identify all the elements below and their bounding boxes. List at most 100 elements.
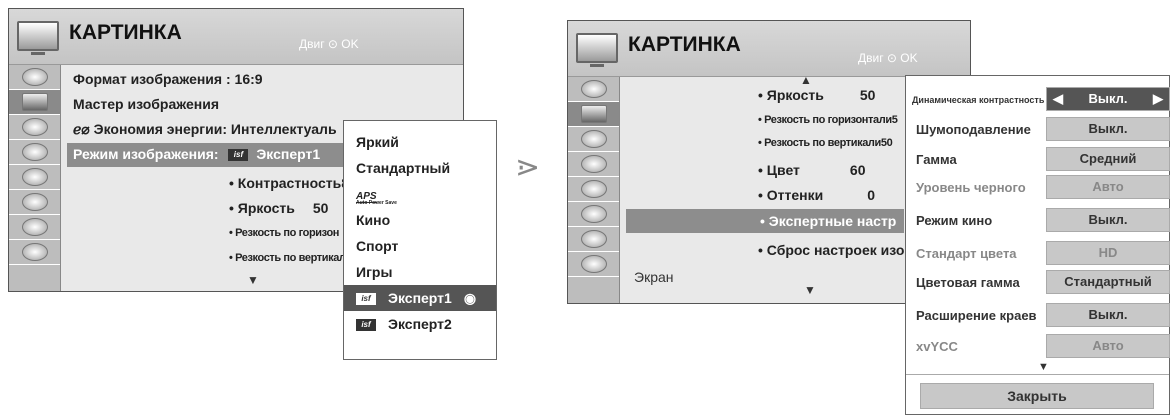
menu-item-sharpness-v[interactable]: • Резкость по вертикал [229, 252, 349, 264]
scroll-down-arrow[interactable]: ▼ [1038, 361, 1049, 373]
sidebar-item-option[interactable] [9, 165, 60, 190]
clapper-icon [21, 243, 48, 261]
menu-item-contrast[interactable]: • Контрастность80 [229, 175, 357, 191]
divider [906, 374, 1169, 375]
option-label: Режим кино [916, 213, 993, 228]
option-row-film-mode[interactable]: Режим кино Выкл. [906, 207, 1170, 233]
clock-icon [21, 143, 48, 161]
suitcase-icon [21, 168, 48, 186]
menu-item-wizard[interactable]: Мастер изображения [73, 96, 219, 112]
option-value[interactable]: Стандартный [1046, 270, 1170, 294]
lock-icon [21, 193, 48, 211]
mode-option-sport[interactable]: Спорт [344, 233, 496, 259]
scroll-down-arrow[interactable]: ▼ [804, 283, 816, 297]
option-row-color-standard: Стандарт цвета HD [906, 240, 1170, 266]
menu-item-tint[interactable]: • Оттенки 0 [758, 187, 875, 203]
satellite-icon [580, 80, 607, 98]
menu-item-sharpness-v[interactable]: • Резкость по вертикали50 [758, 137, 906, 149]
option-value[interactable]: Выкл. [1046, 117, 1170, 141]
input-icon [21, 218, 48, 236]
option-row-color-gamut[interactable]: Цветовая гамма Стандартный [906, 269, 1170, 295]
option-label: Шумоподавление [916, 122, 1031, 137]
speaker-icon [580, 130, 607, 148]
sidebar-item-audio[interactable] [568, 127, 619, 152]
sidebar-item-picture[interactable] [9, 90, 60, 115]
menu-item-energy[interactable]: ℯ⌀ Экономия энергии: Интеллектуаль [73, 121, 349, 138]
nav-hint: Двиг ⊙ OK [299, 37, 359, 51]
menu-item-aspect[interactable]: Формат изображения : 16:9 [73, 71, 263, 87]
sidebar-item-input[interactable] [568, 227, 619, 252]
option-value[interactable]: Выкл. [1046, 208, 1170, 232]
expert-options-popup: Динамическая контрастность ◀ Выкл. ▶ Шумоп… [905, 75, 1170, 415]
mode-option-label: Эксперт1 [388, 290, 452, 306]
menu-item-brightness[interactable]: • Яркость 50 [229, 200, 328, 216]
option-label: Уровень черного [916, 180, 1026, 195]
mode-option-expert2[interactable]: isf Эксперт2 [344, 311, 496, 337]
menu-item-label: • Яркость [229, 200, 295, 216]
mode-option-vivid[interactable]: Яркий [344, 129, 496, 155]
category-sidebar [568, 77, 620, 303]
sidebar-item-picture[interactable] [568, 102, 619, 127]
option-value[interactable]: Выкл. [1046, 303, 1170, 327]
sidebar-item-media[interactable] [568, 252, 619, 277]
mode-option-standard[interactable]: Стандартный [344, 155, 496, 181]
sidebar-item-lock[interactable] [9, 190, 60, 215]
clapper-icon [580, 255, 607, 273]
mode-option-expert1[interactable]: isf Эксперт1 ◉ [344, 285, 496, 311]
left-arrow-icon[interactable]: ◀ [1053, 88, 1063, 110]
sidebar-item-channel[interactable] [568, 77, 619, 102]
menu-item-picture-mode[interactable]: Режим изображения: isf Эксперт1 [67, 143, 349, 167]
menu-title: КАРТИНКА [628, 33, 741, 56]
option-value[interactable]: ◀ Выкл. ▶ [1046, 87, 1170, 111]
sidebar-item-channel[interactable] [9, 65, 60, 90]
mode-option-game[interactable]: Игры [344, 259, 496, 285]
transition-arrow-icon: ⋗ [515, 151, 541, 184]
picture-mode-popup: Яркий Стандартный APS Auto Power Save Кин… [343, 120, 497, 360]
sidebar-item-audio[interactable] [9, 115, 60, 140]
option-value: Авто [1046, 175, 1170, 199]
aps-subtitle: Auto Power Save [356, 200, 397, 206]
option-row-edge-enhancer[interactable]: Расширение краев Выкл. [906, 302, 1170, 328]
right-arrow-icon[interactable]: ▶ [1153, 88, 1163, 110]
screen-item[interactable]: Экран [634, 269, 674, 285]
option-row-noise-reduction[interactable]: Шумоподавление Выкл. [906, 116, 1170, 142]
sharpness-v-value: 50 [880, 137, 893, 149]
menu-item-label: • Резкость по вертикали [758, 137, 881, 149]
menu-item-expert-settings[interactable]: • Экспертные настр [626, 209, 904, 233]
option-value: HD [1046, 241, 1170, 265]
menu-item-sharpness-h[interactable]: • Резкость по горизон [229, 227, 349, 239]
category-sidebar [9, 65, 61, 291]
menu-item-label: Режим изображения: [73, 146, 219, 162]
option-row-dynamic-contrast[interactable]: Динамическая контрастность ◀ Выкл. ▶ [906, 86, 1170, 112]
mode-option-cinema[interactable]: Кино [344, 207, 496, 233]
close-button[interactable]: Закрыть [920, 383, 1154, 409]
sidebar-item-time[interactable] [9, 140, 60, 165]
isf-icon: isf [356, 293, 376, 306]
option-label: xvYCC [916, 339, 958, 354]
brightness-value: 50 [312, 200, 329, 216]
menu-item-brightness[interactable]: • Яркость 50 [758, 87, 875, 103]
mode-option-aps[interactable]: APS Auto Power Save [344, 181, 496, 207]
sidebar-item-time[interactable] [568, 152, 619, 177]
menu-item-sharpness-h[interactable]: • Резкость по горизонтали5 [758, 114, 906, 126]
sidebar-item-option[interactable] [568, 177, 619, 202]
option-value-text: Выкл. [1088, 91, 1128, 106]
sidebar-item-media[interactable] [9, 240, 60, 265]
picture-icon [21, 93, 48, 111]
option-value: Авто [1046, 334, 1170, 358]
menu-title: КАРТИНКА [69, 21, 182, 44]
menu-header: КАРТИНКА Двиг ⊙ OK [568, 21, 970, 77]
sidebar-item-lock[interactable] [568, 202, 619, 227]
scroll-up-arrow[interactable]: ▲ [800, 73, 812, 87]
option-row-gamma[interactable]: Гамма Средний [906, 146, 1170, 172]
menu-item-reset[interactable]: • Сброс настроек изоб [758, 242, 906, 258]
sidebar-item-input[interactable] [9, 215, 60, 240]
scroll-down-arrow[interactable]: ▼ [247, 273, 259, 287]
picture-mode-value: Эксперт1 [256, 146, 321, 162]
menu-item-label: • Оттенки [758, 187, 824, 203]
menu-item-color[interactable]: • Цвет 60 [758, 162, 865, 178]
option-label: Гамма [916, 152, 957, 167]
color-value: 60 [849, 162, 866, 178]
option-value[interactable]: Средний [1046, 147, 1170, 171]
sharpness-h-value: 5 [891, 114, 898, 126]
